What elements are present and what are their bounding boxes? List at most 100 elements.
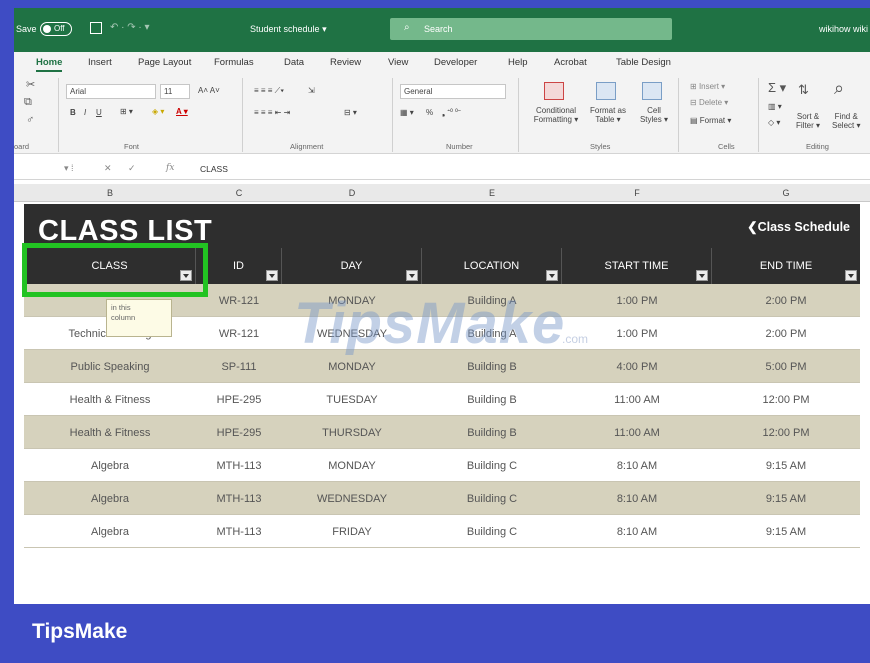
conditional-formatting-label[interactable]: Conditional Formatting ▾ <box>528 106 584 124</box>
formula-input[interactable]: CLASS <box>200 164 228 174</box>
cell-start-time[interactable]: 8:10 AM <box>562 515 712 548</box>
copy-icon[interactable]: ⧉ <box>24 96 32 109</box>
document-title[interactable]: Student schedule ▾ <box>250 24 327 35</box>
merge-icon[interactable]: ⊟ ▾ <box>344 108 357 117</box>
column-header-b[interactable]: B <box>24 188 196 198</box>
cell-class[interactable]: Algebra <box>24 482 196 515</box>
column-header-d[interactable]: D <box>282 188 422 198</box>
class-schedule-link[interactable]: ❮Class Schedule <box>747 219 850 234</box>
bold-button[interactable]: B <box>70 108 76 117</box>
font-name-select[interactable]: Arial <box>66 84 156 99</box>
filter-dropdown-icon[interactable] <box>546 270 558 281</box>
conditional-formatting-icon[interactable] <box>544 82 564 100</box>
cell-id[interactable]: WR-121 <box>196 284 282 317</box>
cell-id[interactable]: SP-111 <box>196 350 282 383</box>
cut-icon[interactable]: ✂ <box>26 78 35 91</box>
insert-function-icon[interactable]: fx <box>166 163 174 173</box>
comma-icon[interactable]: ❟ ⁺⁰ ⁰⁻ <box>442 108 461 118</box>
cell-end-time[interactable]: 2:00 PM <box>712 317 860 350</box>
wrap-text-icon[interactable]: ⇲ <box>308 86 315 95</box>
cell-day[interactable]: FRIDAY <box>282 515 422 548</box>
cell-id[interactable]: MTH-113 <box>196 515 282 548</box>
cell-id[interactable]: HPE-295 <box>196 383 282 416</box>
grow-font-icon[interactable]: A˄ A˅ <box>198 86 220 95</box>
name-box-dropdown[interactable]: ▾ ⁞ <box>64 163 74 174</box>
accounting-icon[interactable]: ▦ ▾ <box>400 108 414 117</box>
align-top-icon[interactable]: ≡ ≡ ≡ ⟋▾ <box>254 86 284 96</box>
cell-location[interactable]: Building C <box>422 482 562 515</box>
filter-dropdown-icon[interactable] <box>266 270 278 281</box>
cell-end-time[interactable]: 12:00 PM <box>712 416 860 449</box>
cell-end-time[interactable]: 9:15 AM <box>712 449 860 482</box>
table-row[interactable]: Health & Fitness HPE-295 THURSDAY Buildi… <box>24 416 860 449</box>
delete-cells-button[interactable]: ⊟ Delete ▾ <box>690 98 728 107</box>
tab-formulas[interactable]: Formulas <box>214 57 254 68</box>
cell-id[interactable]: MTH-113 <box>196 482 282 515</box>
cell-day[interactable]: TUESDAY <box>282 383 422 416</box>
tab-help[interactable]: Help <box>508 57 528 68</box>
cell-id[interactable]: WR-121 <box>196 317 282 350</box>
tab-home[interactable]: Home <box>36 57 63 72</box>
tab-acrobat[interactable]: Acrobat <box>554 57 587 68</box>
table-row[interactable]: Algebra MTH-113 WEDNESDAY Building C 8:1… <box>24 482 860 515</box>
header-end-time[interactable]: END TIME <box>712 248 860 284</box>
tab-page-layout[interactable]: Page Layout <box>138 57 191 68</box>
autosave-toggle[interactable]: Off <box>40 22 72 36</box>
enter-icon[interactable]: ✓ <box>128 163 136 174</box>
header-id[interactable]: ID <box>196 248 282 284</box>
clear-icon[interactable]: ◇ ▾ <box>768 118 780 127</box>
cell-day[interactable]: WEDNESDAY <box>282 482 422 515</box>
filter-dropdown-icon[interactable] <box>406 270 418 281</box>
format-cells-button[interactable]: ▤ Format ▾ <box>690 116 731 125</box>
number-format-select[interactable]: General <box>400 84 506 99</box>
find-select-label[interactable]: Find & Select ▾ <box>832 112 860 130</box>
cell-day[interactable]: THURSDAY <box>282 416 422 449</box>
borders-icon[interactable]: ⊞ ▾ <box>120 107 133 116</box>
cell-styles-icon[interactable] <box>642 82 662 100</box>
tab-data[interactable]: Data <box>284 57 304 68</box>
cell-start-time[interactable]: 1:00 PM <box>562 284 712 317</box>
table-row[interactable]: Health & Fitness HPE-295 TUESDAY Buildin… <box>24 383 860 416</box>
cell-start-time[interactable]: 11:00 AM <box>562 416 712 449</box>
sort-filter-label[interactable]: Sort & Filter ▾ <box>796 112 820 130</box>
cell-start-time[interactable]: 8:10 AM <box>562 482 712 515</box>
insert-cells-button[interactable]: ⊞ Insert ▾ <box>690 82 725 91</box>
cell-end-time[interactable]: 9:15 AM <box>712 482 860 515</box>
tab-review[interactable]: Review <box>330 57 361 68</box>
underline-button[interactable]: U <box>96 108 102 117</box>
cell-end-time[interactable]: 12:00 PM <box>712 383 860 416</box>
cell-id[interactable]: MTH-113 <box>196 449 282 482</box>
tab-view[interactable]: View <box>388 57 408 68</box>
font-color-icon[interactable]: A ▾ <box>176 107 188 116</box>
cell-start-time[interactable]: 4:00 PM <box>562 350 712 383</box>
cell-start-time[interactable]: 8:10 AM <box>562 449 712 482</box>
user-name[interactable]: wikihow wiki <box>819 24 868 34</box>
header-day[interactable]: DAY <box>282 248 422 284</box>
header-start-time[interactable]: START TIME <box>562 248 712 284</box>
cell-end-time[interactable]: 2:00 PM <box>712 284 860 317</box>
format-as-table-icon[interactable] <box>596 82 616 100</box>
cancel-icon[interactable]: ✕ <box>104 163 112 174</box>
tab-developer[interactable]: Developer <box>434 57 477 68</box>
sort-filter-icon[interactable]: ⇅ <box>798 82 809 98</box>
tab-table-design[interactable]: Table Design <box>616 57 671 68</box>
cell-location[interactable]: Building B <box>422 416 562 449</box>
cell-class[interactable]: Public Speaking <box>24 350 196 383</box>
cell-end-time[interactable]: 9:15 AM <box>712 515 860 548</box>
cell-id[interactable]: HPE-295 <box>196 416 282 449</box>
filter-dropdown-icon[interactable] <box>845 270 857 281</box>
format-as-table-label[interactable]: Format as Table ▾ <box>586 106 630 124</box>
column-header-g[interactable]: G <box>712 188 860 198</box>
cell-location[interactable]: Building C <box>422 449 562 482</box>
cell-class[interactable]: Algebra <box>24 515 196 548</box>
cell-start-time[interactable]: 11:00 AM <box>562 383 712 416</box>
find-select-icon[interactable]: ⌕ <box>834 78 844 99</box>
cell-class[interactable]: Algebra <box>24 449 196 482</box>
cell-class[interactable]: Health & Fitness <box>24 383 196 416</box>
column-header-e[interactable]: E <box>422 188 562 198</box>
header-location[interactable]: LOCATION <box>422 248 562 284</box>
font-size-select[interactable]: 11 <box>160 84 190 99</box>
table-row[interactable]: Algebra MTH-113 FRIDAY Building C 8:10 A… <box>24 515 860 548</box>
align-left-icon[interactable]: ≡ ≡ ≡ ⇤ ⇥ <box>254 108 290 117</box>
search-box[interactable]: ⌕ Search <box>390 18 672 40</box>
